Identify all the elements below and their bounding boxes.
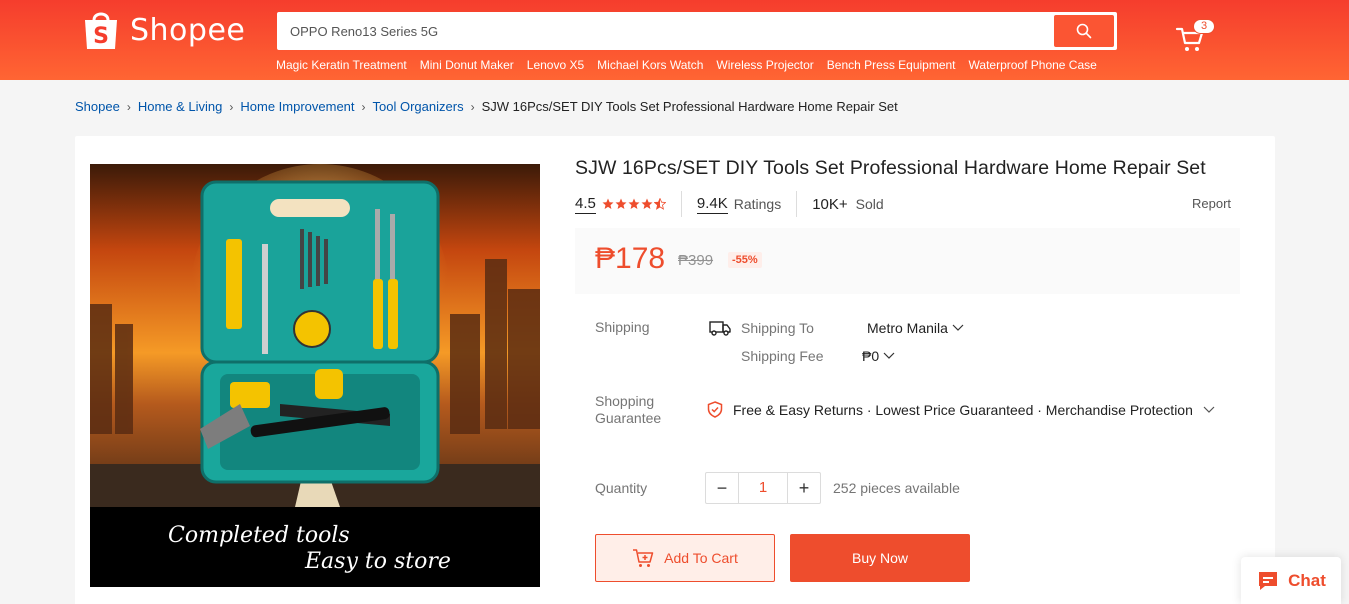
chevron-right-icon: › bbox=[126, 99, 131, 114]
quantity-decrease-button[interactable]: − bbox=[706, 473, 738, 503]
sold-count: 10K+ bbox=[812, 195, 848, 213]
rating-value[interactable]: 4.5 bbox=[575, 195, 596, 214]
add-to-cart-button[interactable]: Add To Cart bbox=[595, 534, 775, 582]
breadcrumb-current: SJW 16Pcs/SET DIY Tools Set Professional… bbox=[481, 99, 898, 114]
sold-label: Sold bbox=[855, 196, 884, 212]
product-image[interactable]: Completed tools Easy to store bbox=[90, 164, 540, 587]
brand-name: Shopee bbox=[130, 12, 246, 48]
add-to-cart-label: Add To Cart bbox=[664, 550, 738, 566]
current-price: ₱178 bbox=[595, 242, 666, 275]
add-cart-icon bbox=[633, 549, 654, 567]
search-suggestions: Magic Keratin Treatment Mini Donut Maker… bbox=[276, 58, 1097, 72]
shipping-location-select[interactable]: Metro Manila bbox=[867, 320, 964, 336]
suggestion-link[interactable]: Magic Keratin Treatment bbox=[276, 58, 407, 72]
shipping-to-label: Shipping To bbox=[741, 320, 814, 336]
shopping-guarantee-label: Shopping Guarantee bbox=[595, 393, 661, 427]
guarantee-label-line-1: Shopping bbox=[595, 393, 655, 409]
chevron-right-icon: › bbox=[229, 99, 234, 114]
breadcrumb-link-home-improvement[interactable]: Home Improvement bbox=[240, 99, 354, 114]
suggestion-link[interactable]: Waterproof Phone Case bbox=[969, 58, 1097, 72]
suggestion-link[interactable]: Michael Kors Watch bbox=[597, 58, 703, 72]
product-title: SJW 16Pcs/SET DIY Tools Set Professional… bbox=[575, 157, 1206, 179]
shield-check-icon bbox=[707, 401, 723, 418]
image-caption-1: Completed tools bbox=[168, 523, 350, 548]
quantity-increase-button[interactable]: + bbox=[788, 473, 820, 503]
rating-stars bbox=[602, 198, 666, 210]
buy-now-button[interactable]: Buy Now bbox=[790, 534, 970, 582]
chat-icon bbox=[1259, 571, 1278, 590]
breadcrumb-link-shopee[interactable]: Shopee bbox=[75, 99, 120, 114]
price-section: ₱178 ₱399 -55% bbox=[575, 228, 1240, 294]
shopee-logo[interactable]: S Shopee bbox=[82, 9, 245, 51]
guarantee-text: Free & Easy Returns · Lowest Price Guara… bbox=[733, 402, 1193, 418]
quantity-label: Quantity bbox=[595, 480, 648, 496]
breadcrumb-link-home-living[interactable]: Home & Living bbox=[138, 99, 223, 114]
chat-label: Chat bbox=[1288, 570, 1326, 590]
breadcrumb: Shopee › Home & Living › Home Improvemen… bbox=[75, 99, 898, 114]
search-icon bbox=[1076, 23, 1092, 39]
divider bbox=[680, 191, 682, 217]
search-bar bbox=[277, 12, 1117, 50]
tool-set-illustration: Completed tools Easy to store bbox=[90, 164, 540, 587]
shopee-bag-icon: S bbox=[85, 12, 117, 49]
ratings-count[interactable]: 9.4K bbox=[696, 195, 728, 214]
svg-text:S: S bbox=[93, 24, 109, 49]
suggestion-link[interactable]: Bench Press Equipment bbox=[827, 58, 956, 72]
cart-count-badge: 3 bbox=[1193, 19, 1215, 34]
shipping-fee-select[interactable]: ₱0 bbox=[862, 348, 895, 364]
search-input[interactable] bbox=[277, 12, 1047, 50]
star-icon bbox=[628, 198, 640, 209]
star-half-icon bbox=[653, 198, 666, 210]
discount-badge: -55% bbox=[728, 252, 762, 268]
star-icon bbox=[641, 198, 653, 209]
product-stats: 4.5 9.4K Ratings 10K+ Sold bbox=[575, 190, 884, 218]
guarantee-label-line-2: Guarantee bbox=[595, 410, 662, 426]
guarantee-dropdown[interactable]: Free & Easy Returns · Lowest Price Guara… bbox=[733, 402, 1215, 418]
chevron-down-icon bbox=[1203, 406, 1215, 413]
top-header: S Shopee Magic Keratin Treatment Mini Do… bbox=[0, 0, 1349, 80]
shipping-location-value: Metro Manila bbox=[867, 320, 948, 336]
suggestion-link[interactable]: Mini Donut Maker bbox=[420, 58, 514, 72]
search-button[interactable] bbox=[1054, 15, 1114, 47]
suggestion-link[interactable]: Wireless Projector bbox=[716, 58, 813, 72]
image-caption-2: Easy to store bbox=[304, 549, 451, 574]
chat-button[interactable]: Chat bbox=[1241, 557, 1341, 604]
original-price: ₱399 bbox=[678, 252, 714, 269]
quantity-input[interactable]: 1 bbox=[738, 473, 788, 503]
breadcrumb-link-tool-organizers[interactable]: Tool Organizers bbox=[373, 99, 464, 114]
chevron-right-icon: › bbox=[470, 99, 475, 114]
shipping-fee-label: Shipping Fee bbox=[741, 348, 824, 364]
shipping-fee-value: ₱0 bbox=[862, 348, 880, 364]
shipping-label: Shipping bbox=[595, 319, 650, 335]
chevron-down-icon bbox=[952, 324, 964, 331]
ratings-label: Ratings bbox=[733, 196, 782, 212]
suggestion-link[interactable]: Lenovo X5 bbox=[527, 58, 584, 72]
chevron-down-icon bbox=[883, 352, 895, 359]
star-icon bbox=[615, 198, 627, 209]
truck-icon bbox=[709, 321, 731, 336]
stock-available: 252 pieces available bbox=[833, 480, 960, 496]
chevron-right-icon: › bbox=[361, 99, 366, 114]
quantity-stepper: − 1 + bbox=[705, 472, 821, 504]
star-icon bbox=[602, 198, 614, 209]
divider bbox=[796, 191, 798, 217]
report-link[interactable]: Report bbox=[1192, 196, 1231, 211]
